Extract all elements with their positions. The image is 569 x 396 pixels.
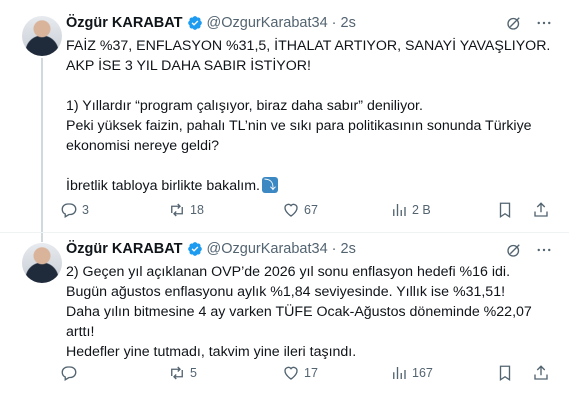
grok-icon[interactable] [505,14,523,32]
bookmark-button[interactable] [496,198,518,222]
text-line: arttı! [66,324,95,340]
author-handle[interactable]: @OzgurKarabat34 [207,241,328,257]
share-button[interactable] [532,361,554,385]
views-icon [393,204,406,216]
text-line: 1) Yıllardır “program çalışıyor, biraz d… [66,98,423,114]
separator-dot: · [331,15,337,31]
like-count: 17 [304,366,318,380]
timestamp[interactable]: 2s [341,241,356,257]
repost-button[interactable]: 18 [168,198,204,222]
repost-icon [171,203,183,217]
tweet-text: 2) Geçen yıl açıklanan OVP’de 2026 yıl s… [66,262,546,362]
grok-icon[interactable] [505,241,523,259]
reply-icon [61,203,77,218]
share-icon [534,202,548,217]
avatar[interactable] [22,16,62,56]
text-line: Bugün ağustos enflasyonu aylık %1,84 sev… [66,284,506,300]
like-button[interactable]: 67 [282,198,318,222]
repost-count: 5 [190,366,197,380]
text-line: Hedefler yine tutmadı, takvim yine ileri… [66,344,357,360]
tweet-header: Özgür KARABAT @OzgurKarabat34 · 2s [66,239,356,259]
view-count: 167 [412,366,433,380]
avatar[interactable] [22,243,62,283]
text-line: 2) Geçen yıl açıklanan OVP’de 2026 yıl s… [66,264,511,280]
down-arrow-emoji-icon [261,175,278,195]
action-bar: 5 17 167 [60,361,555,385]
verified-badge-icon [187,242,202,256]
author-name[interactable]: Özgür KARABAT [66,15,183,31]
views-button[interactable]: 167 [390,361,433,385]
text-line: Peki yüksek faizin, pahalı TL’nin ve sık… [66,118,532,134]
like-button[interactable]: 17 [282,361,318,385]
verified-badge-icon [187,16,202,30]
views-button[interactable]: 2 B [390,198,431,222]
separator-dot: · [331,241,337,257]
text-line: AKP İSE 3 YIL DAHA SABIR İSTİYOR! [66,58,311,74]
text-line: ekonomisi nereye geldi? [66,138,220,154]
tweet-text: FAİZ %37, ENFLASYON %31,5, İTHALAT ARTIY… [66,36,551,196]
bookmark-button[interactable] [496,361,518,385]
text-line: İbretlik tabloya birlikte bakalım. [66,175,546,196]
thread: Özgür KARABAT @OzgurKarabat34 · 2s FAİZ … [0,0,569,396]
text-line: Daha yılın bitmesine 4 ay varken TÜFE Oc… [66,304,532,320]
author-handle[interactable]: @OzgurKarabat34 [207,15,328,31]
tweet-1[interactable]: Özgür KARABAT @OzgurKarabat34 · 2s FAİZ … [0,0,569,232]
reply-button[interactable] [60,361,82,385]
reply-icon [61,366,77,381]
more-icon[interactable] [535,241,553,259]
view-count: 2 B [412,203,431,217]
share-icon [534,365,548,380]
repost-button[interactable]: 5 [168,361,197,385]
tweet-2[interactable]: Özgür KARABAT @OzgurKarabat34 · 2s 2) Ge… [0,232,569,396]
more-icon[interactable] [535,14,553,32]
like-count: 67 [304,203,318,217]
repost-icon [171,366,183,380]
text-line: FAİZ %37, ENFLASYON %31,5, İTHALAT ARTIY… [66,38,551,54]
tweet-header: Özgür KARABAT @OzgurKarabat34 · 2s [66,13,356,33]
action-bar: 3 18 67 2 B [60,198,555,222]
repost-count: 18 [190,203,204,217]
like-icon [284,203,298,217]
views-icon [393,367,406,379]
bookmark-icon [499,365,511,382]
author-name[interactable]: Özgür KARABAT [66,241,183,257]
bookmark-icon [499,202,511,219]
timestamp[interactable]: 2s [341,15,356,31]
like-icon [284,366,298,380]
share-button[interactable] [532,198,554,222]
reply-button[interactable]: 3 [60,198,89,222]
reply-count: 3 [82,203,89,217]
